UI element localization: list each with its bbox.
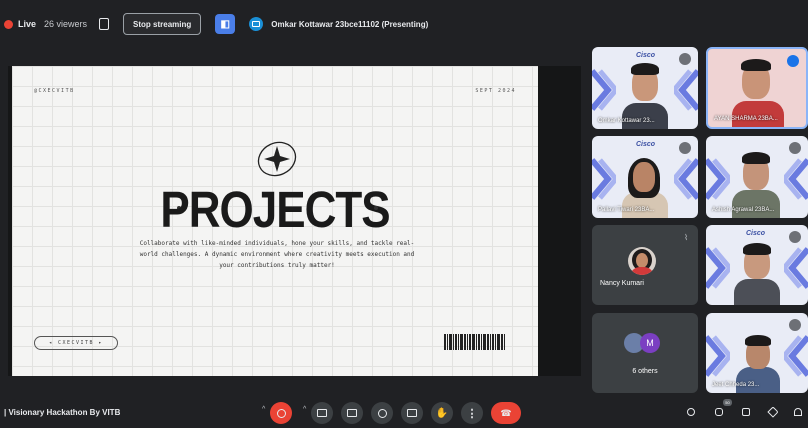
live-indicator-icon <box>4 19 13 29</box>
hand-icon: ✋ <box>435 407 449 419</box>
tile-logo: Cisco <box>746 230 766 237</box>
others-count-label: 6 others <box>632 368 658 375</box>
tile-logo: Cisco <box>636 141 656 148</box>
mic-off-icon <box>789 142 801 154</box>
audio-options-caret-icon[interactable]: ^ <box>262 406 265 413</box>
participant-tile[interactable]: Cisco <box>706 225 808 305</box>
chevron-left-graphic <box>706 335 730 377</box>
emoji-button[interactable] <box>371 402 393 424</box>
chevron-right-graphic <box>784 158 808 200</box>
slide-pill-tag: ◂ CXECVITB ▸ <box>34 336 118 350</box>
participant-tile-active[interactable]: AYAN SHARMA 23BA... <box>706 47 808 129</box>
person-hair <box>745 335 771 346</box>
shared-slide: @CXECVITB SEPT 2024 PROJECTS Collaborate… <box>12 66 538 376</box>
more-vert-icon: ⋮ <box>466 407 478 420</box>
copy-link-icon[interactable] <box>99 18 110 30</box>
leave-call-button[interactable]: ☎ <box>491 402 521 424</box>
person-hair <box>741 59 771 71</box>
mic-icon <box>276 408 286 418</box>
top-bar: Live 26 viewers Stop streaming ◧ Omkar K… <box>0 0 808 48</box>
captions-icon <box>347 409 357 417</box>
mic-off-button[interactable] <box>270 402 292 424</box>
mic-off-icon <box>789 319 801 331</box>
emoji-icon <box>377 408 387 418</box>
participant-name: Jeet Chheda 23... <box>712 382 760 388</box>
chevron-right-graphic <box>674 69 698 111</box>
person-body <box>732 190 780 218</box>
slide-date: SEPT 2024 <box>475 88 516 94</box>
live-label: Live <box>18 19 37 29</box>
chevron-right-graphic <box>674 158 698 200</box>
person-body <box>734 279 780 305</box>
slide-title: PROJECTS <box>160 182 390 239</box>
more-options-button[interactable]: ⋮ <box>461 402 483 424</box>
participant-tile[interactable]: Cisco Omkar Kottawar 23... <box>592 47 698 129</box>
people-count-badge: 50 <box>723 399 732 406</box>
mic-off-icon: ⌇ <box>684 233 688 242</box>
pill-label: CXECVITB <box>57 340 95 346</box>
chevron-right-graphic <box>784 247 808 289</box>
participant-tile[interactable]: Jeet Chheda 23... <box>706 313 808 393</box>
presentation-stage: @CXECVITB SEPT 2024 PROJECTS Collaborate… <box>8 66 581 376</box>
participant-tile-avatar[interactable]: ⌇ Nancy Kumari <box>592 225 698 305</box>
participant-name: Pallavi Tiwari 23BA... <box>598 207 655 213</box>
participant-tile[interactable]: Cisco Pallavi Tiwari 23BA... <box>592 136 698 218</box>
camera-icon <box>317 409 327 417</box>
mic-off-icon <box>679 142 691 154</box>
bottom-bar: | Visionary Hackathon By VITB ^ ^ ✋ ⋮ ☎ … <box>0 396 808 428</box>
layout-icon[interactable]: ◧ <box>215 14 236 34</box>
barcode-icon <box>444 334 520 350</box>
person-body <box>732 101 784 127</box>
info-icon[interactable] <box>687 408 695 416</box>
participant-name: Ashish Agrawal 23BA... <box>712 207 775 213</box>
person-body <box>622 103 668 129</box>
host-controls-icon[interactable] <box>794 408 802 416</box>
presenting-icon <box>249 17 264 31</box>
participant-name: Nancy Kumari <box>600 280 644 287</box>
viewer-count: 26 viewers <box>44 19 88 29</box>
speaking-indicator-icon <box>787 55 799 67</box>
person-hair <box>631 63 659 75</box>
participant-name: AYAN SHARMA 23BA... <box>714 116 778 122</box>
mic-off-icon <box>679 53 691 65</box>
camera-button[interactable] <box>311 402 333 424</box>
raise-hand-button[interactable]: ✋ <box>431 402 453 424</box>
person-face <box>633 162 655 192</box>
mic-off-icon <box>789 231 801 243</box>
present-icon <box>407 409 417 417</box>
chevron-right-graphic <box>784 335 808 377</box>
slide-body-text: Collaborate with like-minded individuals… <box>139 240 415 269</box>
others-tile[interactable]: M 6 others <box>592 313 698 393</box>
chevron-left-graphic <box>592 69 616 111</box>
sparkle-ring-icon <box>257 141 297 177</box>
chevron-left-graphic <box>706 158 730 200</box>
chevron-left-graphic <box>592 158 616 200</box>
avatar-letter: M <box>640 333 660 353</box>
video-options-caret-icon[interactable]: ^ <box>303 406 306 413</box>
activities-icon[interactable] <box>767 406 779 418</box>
people-icon[interactable] <box>715 408 723 416</box>
person-body <box>736 367 780 393</box>
avatar <box>628 247 656 275</box>
person-hair <box>743 243 771 255</box>
stop-streaming-button[interactable]: Stop streaming <box>123 13 202 35</box>
captions-button[interactable] <box>341 402 363 424</box>
phone-hangup-icon: ☎ <box>500 407 512 418</box>
participant-name: Omkar Kottawar 23... <box>598 118 655 124</box>
participant-tile[interactable]: Ashish Agrawal 23BA... <box>706 136 808 218</box>
presenting-label: Omkar Kottawar 23bce11102 (Presenting) <box>271 19 429 29</box>
chat-icon[interactable] <box>742 408 750 416</box>
slide-brand: @CXECVITB <box>34 88 75 94</box>
title-dot-right <box>374 206 378 210</box>
chevron-left-graphic <box>706 247 730 289</box>
pill-arrow-left-icon: ◂ <box>48 340 58 346</box>
tile-logo: Cisco <box>636 52 656 59</box>
person-hair <box>742 152 770 164</box>
meeting-name: | Visionary Hackathon By VITB <box>4 408 121 417</box>
present-button[interactable] <box>401 402 423 424</box>
pill-arrow-right-icon: ▸ <box>94 340 104 346</box>
